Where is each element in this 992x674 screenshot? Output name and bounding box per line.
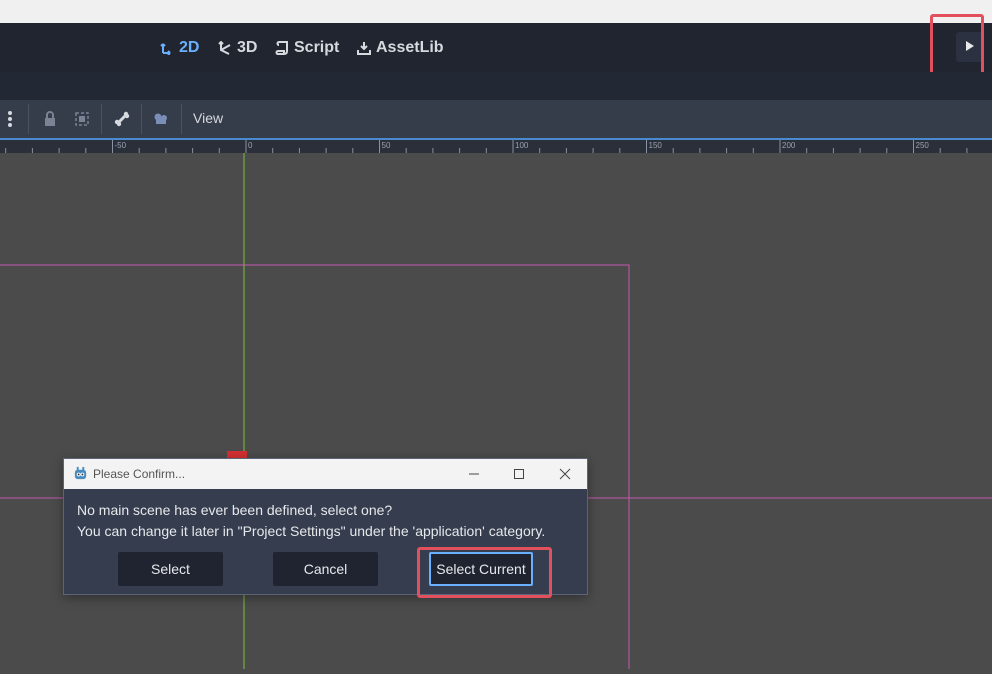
window-title-strip <box>0 0 992 23</box>
workspace-bar: 2D 3D Script AssetLib <box>0 23 992 72</box>
view-menu[interactable]: View <box>193 110 223 126</box>
toolbar-divider <box>141 104 142 134</box>
godot-logo-icon <box>73 466 88 486</box>
dialog-title: Please Confirm... <box>93 467 186 481</box>
lock-icon[interactable] <box>41 110 59 128</box>
canvas-toolbar <box>0 100 992 138</box>
camera-icon[interactable] <box>152 110 170 128</box>
bone-icon[interactable] <box>113 110 131 128</box>
3d-icon <box>218 40 232 55</box>
maximize-icon[interactable] <box>509 464 529 484</box>
tab-script[interactable]: Script <box>275 23 339 72</box>
ruler-label: 250 <box>916 141 930 150</box>
play-button-highlight <box>930 14 984 81</box>
select-button[interactable]: Select <box>118 552 223 586</box>
tab-2d-label: 2D <box>179 38 200 56</box>
ruler-label: 100 <box>515 141 529 150</box>
assetlib-icon <box>357 41 371 55</box>
toolbar-divider <box>101 104 102 134</box>
group-icon[interactable] <box>73 110 91 128</box>
dialog-message-line2: You can change it later in "Project Sett… <box>77 523 546 539</box>
2d-icon <box>160 41 174 56</box>
more-options-icon[interactable] <box>1 110 19 128</box>
ruler-label: 150 <box>649 141 663 150</box>
tab-assetlib[interactable]: AssetLib <box>357 23 444 72</box>
scene-tabs-bar <box>0 72 992 100</box>
close-icon[interactable] <box>555 464 575 484</box>
horizontal-ruler: -50 0 50 100 150 200 250 <box>0 138 992 153</box>
minimize-icon[interactable] <box>464 464 484 484</box>
script-icon <box>275 40 289 55</box>
tab-3d-label: 3D <box>237 38 258 56</box>
tab-script-label: Script <box>294 38 340 56</box>
cancel-button[interactable]: Cancel <box>273 552 378 586</box>
ruler-label: 200 <box>782 141 796 150</box>
ruler-label: 0 <box>248 141 253 150</box>
toolbar-divider <box>181 104 182 134</box>
dialog-message-line1: No main scene has ever been defined, sel… <box>77 502 393 518</box>
tab-assetlib-label: AssetLib <box>376 38 444 56</box>
tab-3d[interactable]: 3D <box>218 23 257 72</box>
toolbar-divider <box>28 104 29 134</box>
ruler-label: -50 <box>115 141 127 150</box>
dialog-title-bar: Please Confirm... <box>64 459 587 489</box>
ruler-label: 50 <box>382 141 391 150</box>
select-current-highlight <box>417 547 552 598</box>
tab-2d[interactable]: 2D <box>160 23 199 72</box>
